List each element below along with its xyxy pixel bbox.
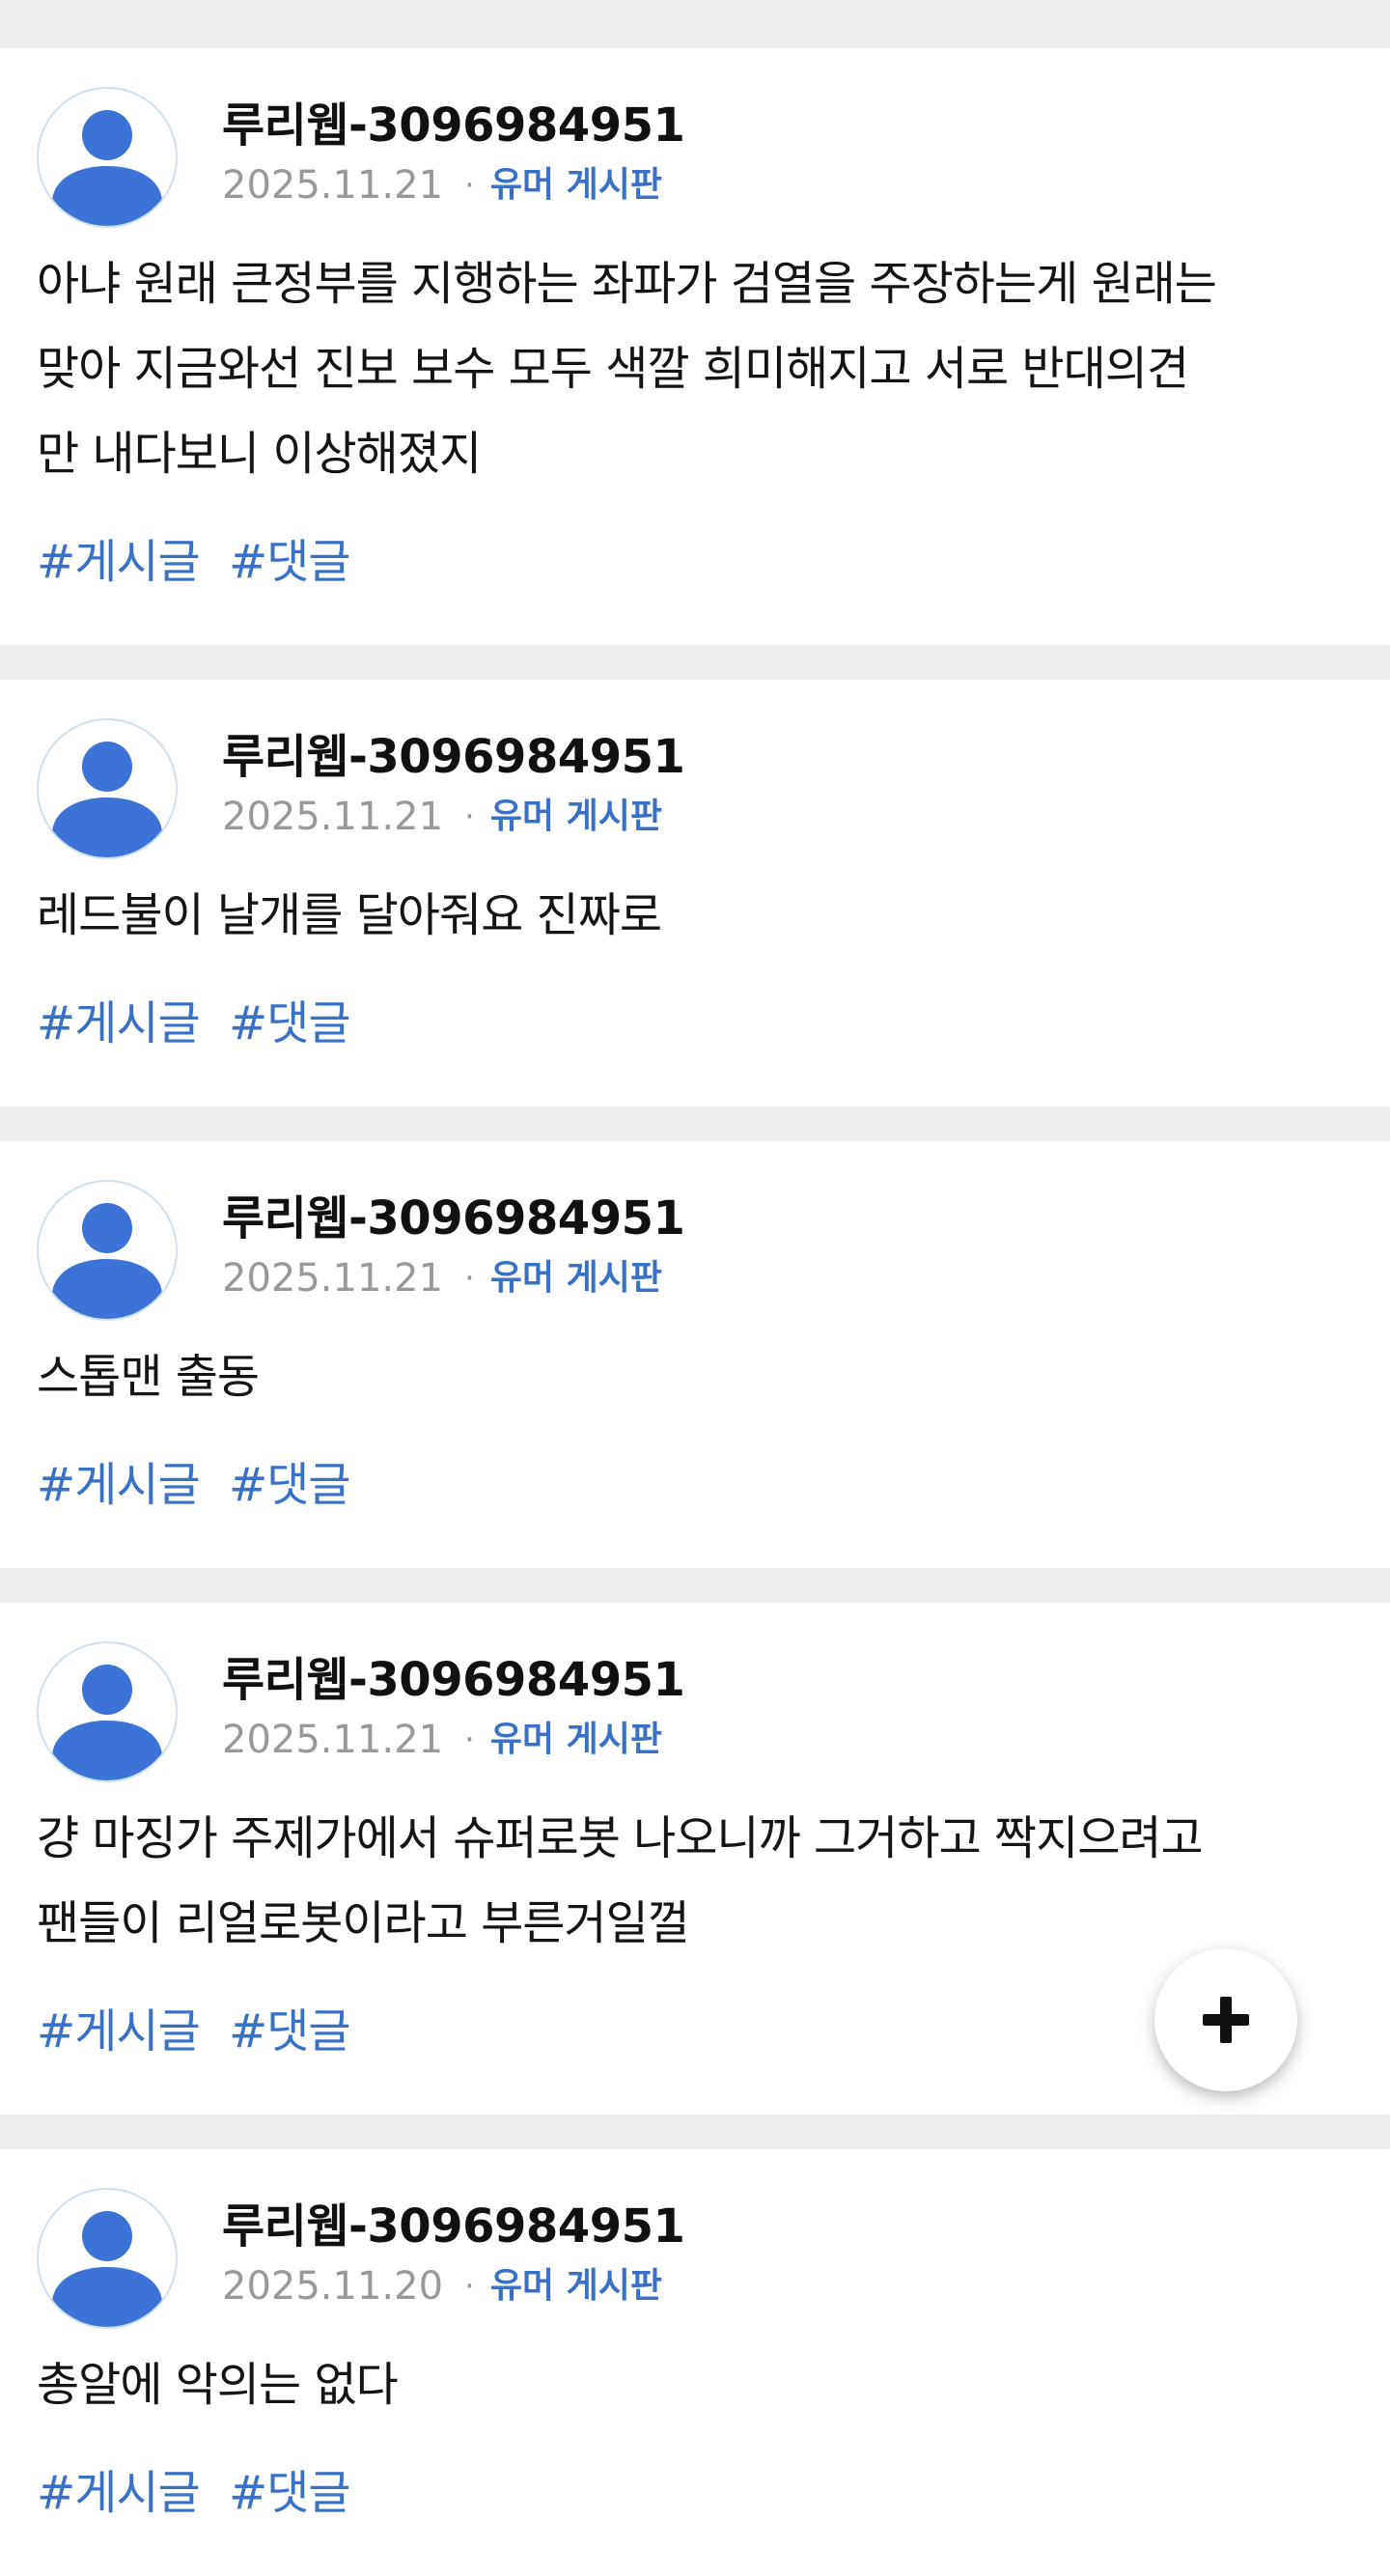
tag-post[interactable]: #게시글 [37, 2466, 201, 2520]
board-link[interactable]: 유머 게시판 [490, 162, 662, 209]
avatar[interactable] [37, 1180, 178, 1321]
avatar[interactable] [37, 87, 178, 228]
tag-list: #게시글 #댓글 [37, 2452, 1353, 2576]
comment-card[interactable]: 루리웹-3096984951 2025.11.20 · 유머 게시판 총알에 악… [0, 2149, 1390, 2576]
board-link[interactable]: 유머 게시판 [490, 1717, 662, 1763]
author-name[interactable]: 루리웹-3096984951 [222, 2198, 685, 2255]
comment-meta: 루리웹-3096984951 2025.11.20 · 유머 게시판 [222, 2186, 685, 2310]
post-date: 2025.11.21 [222, 795, 444, 839]
comment-body[interactable]: 스톱맨 출동 [37, 1334, 1353, 1419]
comment-body[interactable]: 아냐 원래 큰정부를 지행하는 좌파가 검열을 주장하는게 원래는 맞아 지금와… [37, 241, 1353, 496]
comment-body[interactable]: 레드불이 날개를 달아줘요 진짜로 [37, 873, 1353, 958]
meta-separator: · [464, 798, 475, 836]
comment-submeta: 2025.11.21 · 유머 게시판 [222, 1717, 684, 1763]
user-avatar-icon [52, 2211, 162, 2327]
comment-feed: 루리웹-3096984951 2025.11.21 · 유머 게시판 아냐 원래… [0, 14, 1390, 2576]
comment-card[interactable]: 루리웹-3096984951 2025.11.21 · 유머 게시판 레드불이 … [0, 680, 1390, 1106]
user-avatar-icon [52, 742, 162, 857]
tag-list: #게시글 #댓글 [37, 521, 1353, 645]
comment-body[interactable]: 걍 마징가 주제가에서 슈퍼로봇 나오니까 그거하고 짝지으려고 팬들이 리얼로… [37, 1796, 1353, 1966]
comment-header: 루리웹-3096984951 2025.11.21 · 유머 게시판 [37, 1639, 1353, 1782]
comment-submeta: 2025.11.21 · 유머 게시판 [222, 1255, 684, 1302]
comment-card[interactable]: 루리웹-3096984951 2025.11.21 · 유머 게시판 아냐 원래… [0, 48, 1390, 645]
meta-separator: · [464, 1721, 475, 1759]
avatar[interactable] [37, 2188, 178, 2329]
tag-list: #게시글 #댓글 [37, 983, 1353, 1106]
comment-header: 루리웹-3096984951 2025.11.20 · 유머 게시판 [37, 2186, 1353, 2329]
tag-post[interactable]: #게시글 [37, 2004, 201, 2058]
tag-list: #게시글 #댓글 [37, 1444, 1353, 1568]
author-name[interactable]: 루리웹-3096984951 [222, 1651, 685, 1709]
user-avatar-icon [52, 1665, 162, 1780]
comment-line: 만 내다보니 이상해졌지 [37, 427, 482, 481]
tag-comment[interactable]: #댓글 [229, 1458, 351, 1512]
tag-comment[interactable]: #댓글 [229, 996, 351, 1050]
user-avatar-icon [52, 110, 162, 226]
comment-header: 루리웹-3096984951 2025.11.21 · 유머 게시판 [37, 716, 1353, 859]
board-link[interactable]: 유머 게시판 [490, 2263, 662, 2310]
post-date: 2025.11.21 [222, 163, 444, 208]
post-date: 2025.11.21 [222, 1718, 444, 1762]
meta-separator: · [464, 166, 475, 205]
tag-post[interactable]: #게시글 [37, 996, 201, 1050]
avatar[interactable] [37, 1641, 178, 1782]
comment-line: 걍 마징가 주제가에서 슈퍼로봇 나오니까 그거하고 짝지으려고 [37, 1811, 1204, 1865]
tag-post[interactable]: #게시글 [37, 535, 201, 589]
board-link[interactable]: 유머 게시판 [490, 1255, 662, 1302]
comment-meta: 루리웹-3096984951 2025.11.21 · 유머 게시판 [222, 716, 685, 840]
author-name[interactable]: 루리웹-3096984951 [222, 97, 685, 154]
comment-meta: 루리웹-3096984951 2025.11.21 · 유머 게시판 [222, 1178, 685, 1302]
write-fab-button[interactable] [1154, 1948, 1297, 2091]
meta-separator: · [464, 1259, 475, 1298]
tag-post[interactable]: #게시글 [37, 1458, 201, 1512]
tag-comment[interactable]: #댓글 [229, 2466, 351, 2520]
tag-comment[interactable]: #댓글 [229, 2004, 351, 2058]
comment-card[interactable]: 루리웹-3096984951 2025.11.21 · 유머 게시판 스톱맨 출… [0, 1141, 1390, 1568]
meta-separator: · [464, 2267, 475, 2306]
comment-line: 총알에 악의는 없다 [37, 2358, 399, 2412]
comment-meta: 루리웹-3096984951 2025.11.21 · 유머 게시판 [222, 85, 685, 209]
board-link[interactable]: 유머 게시판 [490, 794, 662, 840]
user-avatar-icon [52, 1203, 162, 1319]
comment-line: 아냐 원래 큰정부를 지행하는 좌파가 검열을 주장하는게 원래는 [37, 257, 1217, 311]
comment-line: 스톱맨 출동 [37, 1350, 260, 1404]
plus-icon [1203, 1997, 1249, 2043]
comment-submeta: 2025.11.20 · 유머 게시판 [222, 2263, 684, 2310]
post-date: 2025.11.21 [222, 1256, 444, 1301]
post-date: 2025.11.20 [222, 2264, 444, 2309]
comment-header: 루리웹-3096984951 2025.11.21 · 유머 게시판 [37, 1178, 1353, 1321]
comment-submeta: 2025.11.21 · 유머 게시판 [222, 162, 684, 209]
author-name[interactable]: 루리웹-3096984951 [222, 728, 685, 786]
comment-body[interactable]: 총알에 악의는 없다 [37, 2342, 1353, 2427]
avatar[interactable] [37, 718, 178, 859]
comment-line: 레드불이 날개를 달아줘요 진짜로 [37, 888, 662, 942]
comment-header: 루리웹-3096984951 2025.11.21 · 유머 게시판 [37, 85, 1353, 228]
comment-line: 팬들이 리얼로봇이라고 부른거일껄 [37, 1896, 690, 1950]
comment-line: 맞아 지금와선 진보 보수 모두 색깔 희미해지고 서로 반대의견 [37, 342, 1189, 396]
author-name[interactable]: 루리웹-3096984951 [222, 1190, 685, 1247]
tag-comment[interactable]: #댓글 [229, 535, 351, 589]
comment-meta: 루리웹-3096984951 2025.11.21 · 유머 게시판 [222, 1639, 685, 1763]
comment-submeta: 2025.11.21 · 유머 게시판 [222, 794, 684, 840]
